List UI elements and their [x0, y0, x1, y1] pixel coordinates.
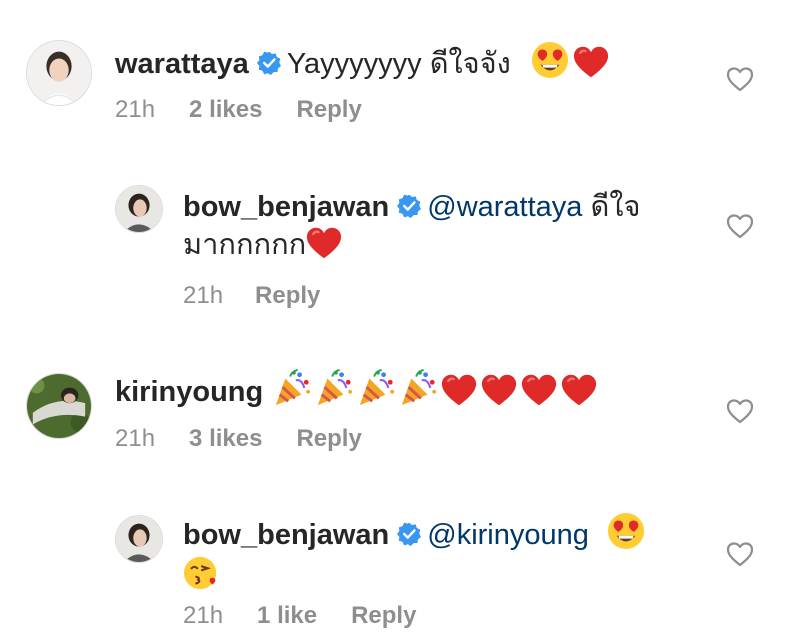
like-heart-icon[interactable]: [726, 398, 754, 424]
red-heart-emoji: [481, 373, 517, 407]
comment-body: warattaya Yayyyyyyy ดีใจจัง: [115, 41, 705, 83]
avatar-bow-benjawan[interactable]: [115, 515, 163, 563]
kissing-emoji: [183, 554, 221, 592]
comment-meta: 21h 3 likes Reply: [115, 425, 392, 453]
party-popper-emoji: [399, 369, 437, 407]
red-heart-emoji: [521, 373, 557, 407]
timestamp: 21h: [115, 96, 156, 123]
comment-meta: 21h 1 like Reply: [183, 602, 446, 630]
avatar-image: [27, 374, 91, 438]
verified-badge-icon: [397, 194, 421, 218]
mention-link[interactable]: @warattaya: [427, 191, 582, 223]
reply-button[interactable]: Reply: [296, 96, 361, 123]
comment-body: bow_benjawan @warattaya ดีใจมากกกกก: [183, 188, 663, 264]
like-heart-icon[interactable]: [726, 66, 754, 92]
mention-link[interactable]: @kirinyoung: [427, 519, 589, 551]
likes-count[interactable]: 1 like: [257, 602, 317, 629]
reply-button[interactable]: Reply: [296, 425, 361, 452]
username[interactable]: bow_benjawan: [183, 519, 389, 551]
comment-meta: 21h 2 likes Reply: [115, 96, 392, 124]
avatar-bow-benjawan[interactable]: [115, 185, 163, 233]
comment-meta: 21h Reply: [183, 282, 350, 310]
heart-eyes-emoji: [531, 41, 569, 79]
red-heart-emoji: [573, 45, 609, 79]
likes-count[interactable]: 2 likes: [189, 96, 262, 123]
avatar-image: [116, 516, 162, 562]
comment-text-continued: มากกกกก: [183, 229, 307, 261]
reply-button[interactable]: Reply: [255, 282, 320, 309]
avatar-warattaya[interactable]: [26, 40, 92, 106]
username[interactable]: bow_benjawan: [183, 191, 389, 223]
heart-eyes-emoji: [607, 512, 645, 550]
like-heart-icon[interactable]: [726, 213, 754, 239]
verified-badge-icon: [257, 51, 281, 75]
party-popper-emoji: [357, 369, 395, 407]
verified-badge-icon: [397, 522, 421, 546]
reply-button[interactable]: Reply: [351, 602, 416, 629]
comment-body: kirinyoung: [115, 369, 715, 411]
timestamp: 21h: [183, 282, 224, 309]
red-heart-emoji: [441, 373, 477, 407]
avatar-kirinyoung[interactable]: [26, 373, 92, 439]
party-popper-emoji: [273, 369, 311, 407]
avatar-image: [27, 41, 91, 105]
likes-count[interactable]: 3 likes: [189, 425, 262, 452]
red-heart-emoji: [306, 226, 342, 260]
timestamp: 21h: [183, 602, 224, 629]
avatar-image: [116, 186, 162, 232]
comment-body: bow_benjawan @kirinyoung: [183, 512, 703, 596]
comment-text: Yayyyyyyy ดีใจจัง: [286, 48, 511, 80]
party-popper-emoji: [315, 369, 353, 407]
timestamp: 21h: [115, 425, 156, 452]
red-heart-emoji: [561, 373, 597, 407]
username[interactable]: warattaya: [115, 48, 249, 80]
username[interactable]: kirinyoung: [115, 376, 263, 408]
comment-text: ดีใจ: [590, 191, 641, 223]
like-heart-icon[interactable]: [726, 541, 754, 567]
